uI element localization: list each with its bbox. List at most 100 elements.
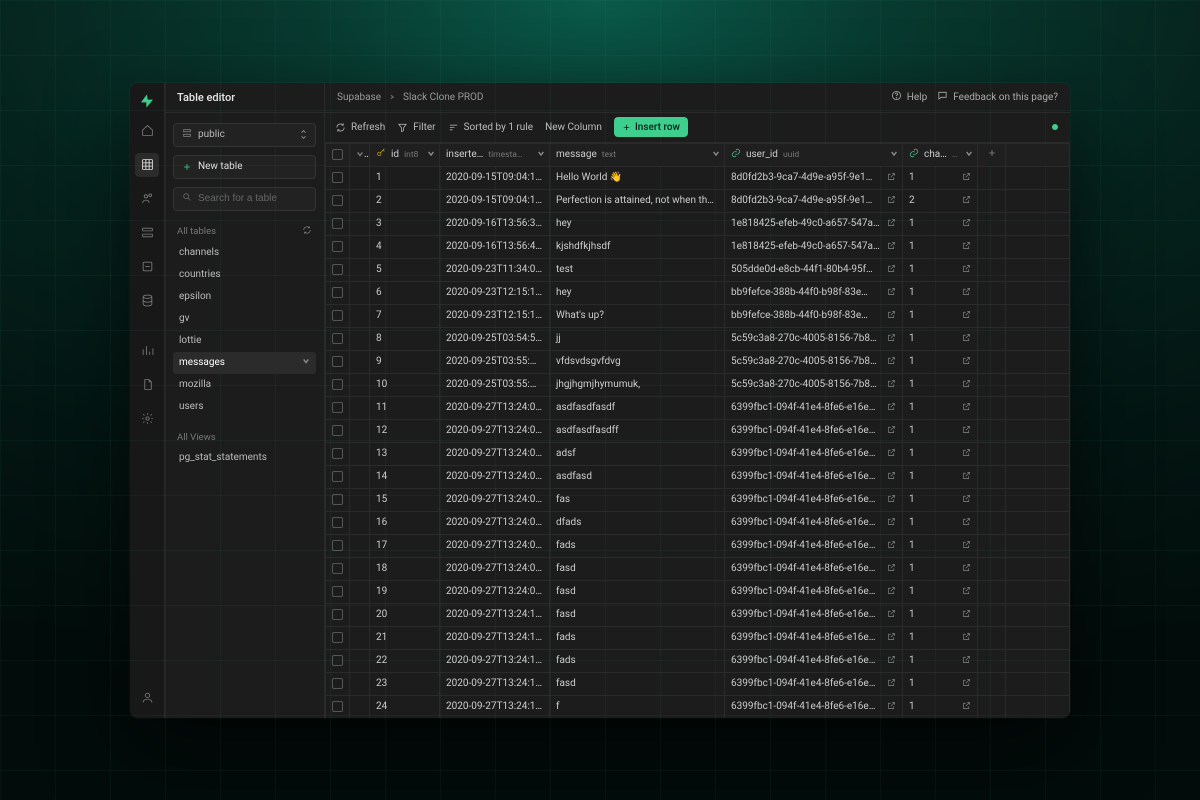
row-menu[interactable]	[350, 534, 370, 557]
cell-channel-id[interactable]: 1	[903, 465, 978, 488]
cell-inserted-at[interactable]: 2020-09-27T13:24:0…	[440, 557, 550, 580]
external-link-icon[interactable]	[887, 586, 896, 598]
cell-id[interactable]: 15	[370, 488, 440, 511]
cell-channel-id[interactable]: 1	[903, 304, 978, 327]
table-search[interactable]	[173, 187, 316, 211]
cell-channel-id[interactable]: 1	[903, 281, 978, 304]
cell-user-id[interactable]: 6399fbc1-094f-41e4-8fe6-e16e…	[725, 488, 903, 511]
cell-inserted-at[interactable]: 2020-09-15T09:04:1…	[440, 189, 550, 212]
add-column-button[interactable]	[978, 143, 1006, 166]
cell-inserted-at[interactable]: 2020-09-23T12:15:19…	[440, 304, 550, 327]
sidebar-view-pg_stat_statements[interactable]: pg_stat_statements	[173, 447, 316, 469]
sidebar-table-users[interactable]: users	[173, 396, 316, 418]
cell-message[interactable]: asdfasd	[550, 465, 725, 488]
cell-user-id[interactable]: 6399fbc1-094f-41e4-8fe6-e16e…	[725, 672, 903, 695]
row-menu[interactable]	[350, 580, 370, 603]
table-row[interactable]: 162020-09-27T13:24:0…dfads6399fbc1-094f-…	[326, 511, 1070, 534]
new-column-button[interactable]: New Column	[545, 122, 602, 133]
external-link-icon[interactable]	[962, 471, 971, 483]
cell-id[interactable]: 4	[370, 235, 440, 258]
cell-id[interactable]: 19	[370, 580, 440, 603]
cell-id[interactable]: 24	[370, 695, 440, 718]
table-row[interactable]: 212020-09-27T13:24:1…fads6399fbc1-094f-4…	[326, 626, 1070, 649]
cell-user-id[interactable]: 6399fbc1-094f-41e4-8fe6-e16e…	[725, 649, 903, 672]
cell-user-id[interactable]: bb9fefce-388b-44f0-b98f-83e…	[725, 281, 903, 304]
row-checkbox[interactable]	[326, 350, 350, 373]
cell-message[interactable]: test	[550, 258, 725, 281]
external-link-icon[interactable]	[887, 356, 896, 368]
row-menu[interactable]	[350, 235, 370, 258]
col-header-user-id[interactable]: user_iduuid	[725, 143, 903, 166]
cell-inserted-at[interactable]: 2020-09-27T13:24:11…	[440, 695, 550, 718]
cell-id[interactable]: 5	[370, 258, 440, 281]
row-checkbox[interactable]	[326, 419, 350, 442]
row-menu[interactable]	[350, 695, 370, 718]
cell-user-id[interactable]: 5c59c3a8-270c-4005-8156-7b8…	[725, 373, 903, 396]
row-menu[interactable]	[350, 488, 370, 511]
cell-channel-id[interactable]: 1	[903, 557, 978, 580]
cell-user-id[interactable]: 6399fbc1-094f-41e4-8fe6-e16e…	[725, 396, 903, 419]
cell-message[interactable]: hey	[550, 212, 725, 235]
nav-account-icon[interactable]	[135, 686, 159, 710]
cell-channel-id[interactable]: 1	[903, 442, 978, 465]
table-row[interactable]: 22020-09-15T09:04:1…Perfection is attain…	[326, 189, 1070, 212]
cell-user-id[interactable]: 6399fbc1-094f-41e4-8fe6-e16e…	[725, 419, 903, 442]
cell-inserted-at[interactable]: 2020-09-16T13:56:41…	[440, 235, 550, 258]
table-row[interactable]: 172020-09-27T13:24:0…fads6399fbc1-094f-4…	[326, 534, 1070, 557]
cell-message[interactable]: kjshdfkjhsdf	[550, 235, 725, 258]
cell-inserted-at[interactable]: 2020-09-25T03:55:…	[440, 373, 550, 396]
external-link-icon[interactable]	[962, 609, 971, 621]
cell-user-id[interactable]: 1e818425-efeb-49c0-a657-547a…	[725, 235, 903, 258]
cell-id[interactable]: 7	[370, 304, 440, 327]
chevron-down-icon[interactable]	[537, 149, 545, 160]
cell-message[interactable]: fasd	[550, 557, 725, 580]
external-link-icon[interactable]	[887, 218, 896, 230]
external-link-icon[interactable]	[887, 494, 896, 506]
external-link-icon[interactable]	[962, 632, 971, 644]
row-menu[interactable]	[350, 396, 370, 419]
cell-id[interactable]: 10	[370, 373, 440, 396]
row-menu[interactable]	[350, 166, 370, 189]
cell-id[interactable]: 21	[370, 626, 440, 649]
row-checkbox[interactable]	[326, 258, 350, 281]
cell-id[interactable]: 18	[370, 557, 440, 580]
cell-user-id[interactable]: 6399fbc1-094f-41e4-8fe6-e16e…	[725, 580, 903, 603]
cell-id[interactable]: 8	[370, 327, 440, 350]
cell-message[interactable]: Perfection is attained, not when there…	[550, 189, 725, 212]
sidebar-table-countries[interactable]: countries	[173, 264, 316, 286]
external-link-icon[interactable]	[887, 609, 896, 621]
external-link-icon[interactable]	[962, 287, 971, 299]
row-menu[interactable]	[350, 212, 370, 235]
table-row[interactable]: 142020-09-27T13:24:0…asdfasd6399fbc1-094…	[326, 465, 1070, 488]
cell-inserted-at[interactable]: 2020-09-23T11:34:0…	[440, 258, 550, 281]
nav-functions-icon[interactable]	[135, 255, 159, 279]
cell-inserted-at[interactable]: 2020-09-15T09:04:1…	[440, 166, 550, 189]
table-row[interactable]: 132020-09-27T13:24:0…adsf6399fbc1-094f-4…	[326, 442, 1070, 465]
external-link-icon[interactable]	[887, 195, 896, 207]
row-menu[interactable]	[350, 419, 370, 442]
cell-message[interactable]: fads	[550, 534, 725, 557]
external-link-icon[interactable]	[962, 540, 971, 552]
cell-id[interactable]: 2	[370, 189, 440, 212]
external-link-icon[interactable]	[962, 678, 971, 690]
col-header-id[interactable]: idint8	[370, 143, 440, 166]
insert-row-button[interactable]: Insert row	[614, 117, 688, 137]
cell-id[interactable]: 6	[370, 281, 440, 304]
external-link-icon[interactable]	[887, 655, 896, 667]
crumb-org[interactable]: Supabase	[337, 92, 381, 103]
external-link-icon[interactable]	[962, 517, 971, 529]
external-link-icon[interactable]	[962, 172, 971, 184]
chevron-down-icon[interactable]	[965, 149, 973, 160]
table-row[interactable]: 72020-09-23T12:15:19…What's up?bb9fefce-…	[326, 304, 1070, 327]
cell-message[interactable]: What's up?	[550, 304, 725, 327]
table-row[interactable]: 112020-09-27T13:24:0…asdfasdfasdf6399fbc…	[326, 396, 1070, 419]
external-link-icon[interactable]	[962, 356, 971, 368]
crumb-project[interactable]: Slack Clone PROD	[403, 92, 483, 103]
row-menu[interactable]	[350, 511, 370, 534]
cell-channel-id[interactable]: 1	[903, 534, 978, 557]
cell-inserted-at[interactable]: 2020-09-27T13:24:0…	[440, 396, 550, 419]
row-checkbox[interactable]	[326, 281, 350, 304]
row-checkbox[interactable]	[326, 626, 350, 649]
cell-user-id[interactable]: 8d0fd2b3-9ca7-4d9e-a95f-9e1…	[725, 189, 903, 212]
help-button[interactable]: Help	[891, 90, 927, 104]
